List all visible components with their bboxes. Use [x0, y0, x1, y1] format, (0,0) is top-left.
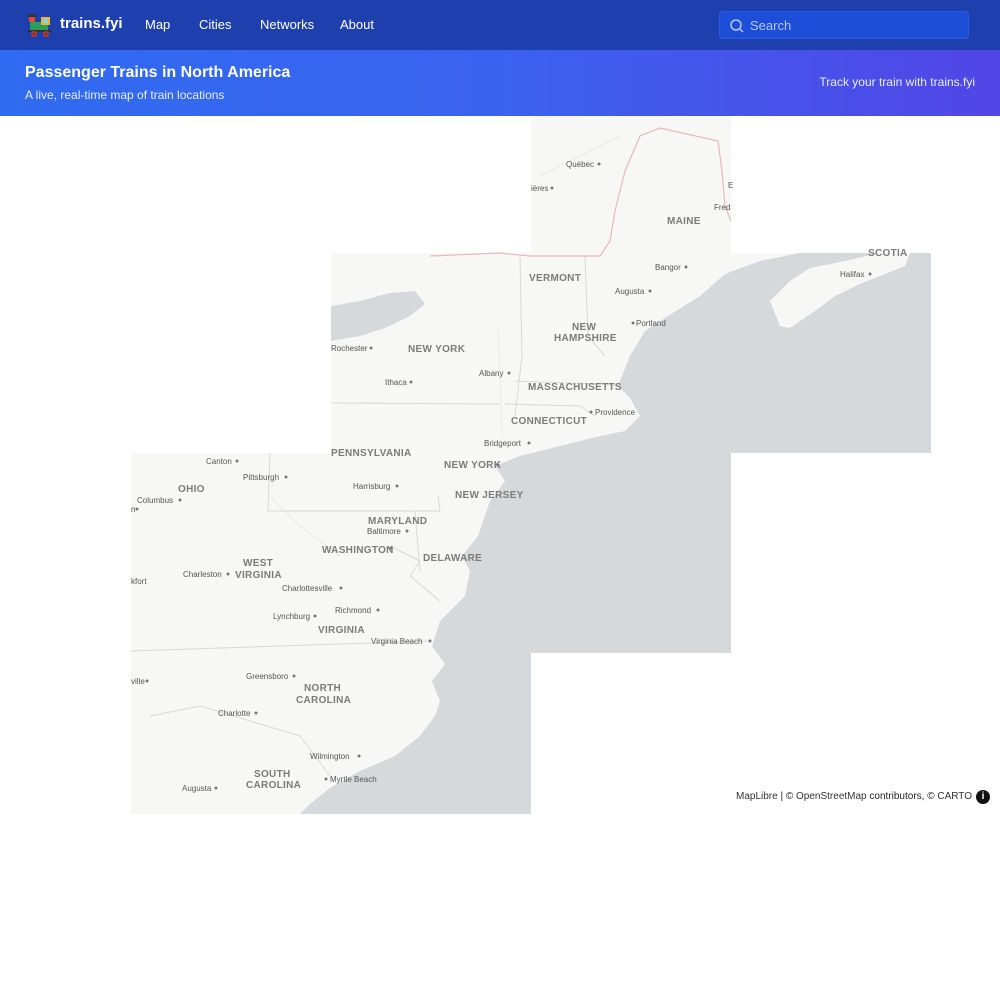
svg-text:CAROLINA: CAROLINA [246, 780, 301, 791]
train-map[interactable]: MAINE VERMONT NEW YORK NEW HAMPSHIRE MAS… [0, 116, 1000, 816]
page-title: Passenger Trains in North America [25, 64, 291, 81]
top-nav: trains.fyi Map Cities Networks About [0, 0, 1000, 50]
svg-text:Pittsburgh: Pittsburgh [243, 473, 279, 482]
svg-text:Augusta: Augusta [182, 784, 212, 793]
svg-text:NEW YORK: NEW YORK [408, 344, 466, 355]
svg-text:Baltimore: Baltimore [367, 527, 401, 536]
svg-text:kfort: kfort [131, 577, 147, 586]
nav-link-about[interactable]: About [340, 17, 374, 32]
svg-text:Québec: Québec [566, 160, 594, 169]
svg-text:Albany: Albany [479, 369, 503, 378]
svg-text:DELAWARE: DELAWARE [423, 553, 482, 564]
svg-text:OHIO: OHIO [178, 484, 205, 495]
map-attribution: MapLibre | © OpenStreetMap contributors,… [736, 791, 972, 802]
svg-text:WASHINGTON: WASHINGTON [322, 545, 394, 556]
svg-text:CAROLINA: CAROLINA [296, 695, 351, 706]
svg-text:Lynchburg: Lynchburg [273, 612, 310, 621]
svg-text:Halifax: Halifax [840, 270, 864, 279]
attribution-separator: | © [777, 791, 797, 802]
svg-text:HAMPSHIRE: HAMPSHIRE [554, 333, 617, 344]
maplibre-link[interactable]: MapLibre [736, 791, 778, 802]
svg-text:Rochester: Rochester [331, 344, 368, 353]
svg-text:ville: ville [131, 677, 145, 686]
svg-text:NEW: NEW [572, 322, 596, 333]
svg-text:Myrtle Beach: Myrtle Beach [330, 775, 377, 784]
svg-text:Wilmington: Wilmington [310, 752, 350, 761]
nav-link-map[interactable]: Map [145, 17, 170, 32]
svg-text:NEW YORK: NEW YORK [444, 460, 502, 471]
svg-text:NEW JERSEY: NEW JERSEY [455, 490, 524, 501]
svg-text:WEST: WEST [243, 558, 273, 569]
svg-text:Charlottesville: Charlottesville [282, 584, 333, 593]
svg-text:MASSACHUSETTS: MASSACHUSETTS [528, 382, 622, 393]
carto-link[interactable]: CARTO [937, 791, 972, 802]
svg-text:PENNSYLVANIA: PENNSYLVANIA [331, 448, 411, 459]
svg-text:Harrisburg: Harrisburg [353, 482, 390, 491]
svg-text:Virginia Beach: Virginia Beach [371, 637, 422, 646]
svg-text:Bridgeport: Bridgeport [484, 439, 522, 448]
nav-link-networks[interactable]: Networks [260, 17, 314, 32]
svg-text:Charlotte: Charlotte [218, 709, 251, 718]
svg-text:MARYLAND: MARYLAND [368, 516, 427, 527]
svg-text:SOUTH: SOUTH [254, 769, 291, 780]
svg-text:Richmond: Richmond [335, 606, 371, 615]
svg-text:Greensboro: Greensboro [246, 672, 289, 681]
map-canvas[interactable]: MAINE VERMONT NEW YORK NEW HAMPSHIRE MAS… [0, 116, 1000, 816]
svg-text:NORTH: NORTH [304, 683, 341, 694]
svg-text:CONNECTICUT: CONNECTICUT [511, 416, 587, 427]
svg-text:Ithaca: Ithaca [385, 378, 407, 387]
svg-text:Providence: Providence [595, 408, 636, 417]
info-icon[interactable]: i [976, 790, 990, 804]
search-box[interactable] [719, 11, 969, 39]
svg-text:E: E [728, 181, 733, 190]
hero-banner: Passenger Trains in North America A live… [0, 50, 1000, 116]
svg-text:n: n [131, 505, 135, 514]
attribution-contributors: contributors, © [866, 791, 938, 802]
svg-text:SCOTIA: SCOTIA [868, 248, 908, 259]
svg-text:Canton: Canton [206, 457, 232, 466]
svg-text:Portland: Portland [636, 319, 666, 328]
svg-text:Charleston: Charleston [183, 570, 222, 579]
svg-text:ières: ières [531, 184, 548, 193]
svg-text:Columbus: Columbus [137, 496, 173, 505]
search-input[interactable] [750, 12, 964, 38]
brand-name[interactable]: trains.fyi [60, 15, 123, 32]
osm-link[interactable]: OpenStreetMap [796, 791, 867, 802]
train-logo-icon[interactable] [26, 11, 54, 39]
svg-text:Bangor: Bangor [655, 263, 681, 272]
svg-text:Augusta: Augusta [615, 287, 645, 296]
nav-link-cities[interactable]: Cities [199, 17, 232, 32]
track-train-link[interactable]: Track your train with trains.fyi [819, 75, 975, 89]
svg-text:VIRGINIA: VIRGINIA [235, 570, 282, 581]
svg-text:VERMONT: VERMONT [529, 273, 581, 284]
page-subtitle: A live, real-time map of train locations [25, 88, 225, 102]
svg-text:VIRGINIA: VIRGINIA [318, 625, 365, 636]
svg-text:Fred: Fred [714, 203, 730, 212]
svg-text:MAINE: MAINE [667, 216, 701, 227]
search-icon [730, 19, 744, 33]
